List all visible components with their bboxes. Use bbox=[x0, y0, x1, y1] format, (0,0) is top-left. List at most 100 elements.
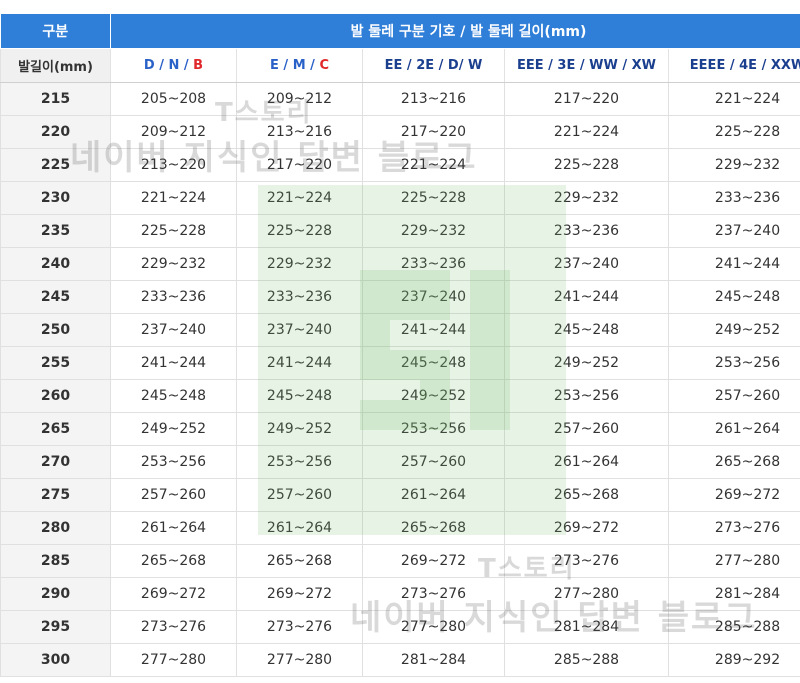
foot-length-cell: 240 bbox=[0, 247, 111, 281]
foot-length-cell: 300 bbox=[0, 643, 111, 677]
girth-range-cell-4: 269~272 bbox=[504, 511, 669, 545]
girth-range-cell-4: 281~284 bbox=[504, 610, 669, 644]
table-row: 270 253~256 253~256 257~260 261~264 265~268 bbox=[0, 445, 800, 479]
girth-range-cell-1: 249~252 bbox=[110, 412, 237, 446]
girth-range-cell-4: 217~220 bbox=[504, 82, 669, 116]
foot-length-cell: 280 bbox=[0, 511, 111, 545]
shoe-width-size-table: 구분 발 둘레 구분 기호 / 발 둘레 길이(mm) 발길이(mm) D / … bbox=[0, 14, 800, 677]
girth-range-cell-3: 217~220 bbox=[362, 115, 505, 149]
width-column-header-2: E / M / C bbox=[236, 48, 363, 83]
foot-length-column-header: 발길이(mm) bbox=[0, 48, 111, 83]
width-code-accent: B bbox=[193, 58, 204, 73]
foot-length-cell: 285 bbox=[0, 544, 111, 578]
girth-range-cell-2: 277~280 bbox=[236, 643, 363, 677]
girth-range-cell-2: 269~272 bbox=[236, 577, 363, 611]
girth-range-cell-4: 225~228 bbox=[504, 148, 669, 182]
foot-length-cell: 225 bbox=[0, 148, 111, 182]
foot-length-cell: 255 bbox=[0, 346, 111, 380]
girth-range-cell-1: 221~224 bbox=[110, 181, 237, 215]
girth-range-cell-5: 285~288 bbox=[667, 610, 800, 644]
table-row: 260 245~248 245~248 249~252 253~256 257~260 bbox=[0, 379, 800, 413]
girth-range-cell-1: 265~268 bbox=[110, 544, 237, 578]
girth-range-cell-5: 229~232 bbox=[667, 148, 800, 182]
table-row: 250 237~240 237~240 241~244 245~248 249~252 bbox=[0, 313, 800, 347]
girth-range-cell-2: 261~264 bbox=[236, 511, 363, 545]
width-code-text: E / M / bbox=[270, 58, 320, 73]
girth-range-cell-3: 213~216 bbox=[362, 82, 505, 116]
girth-range-cell-1: 277~280 bbox=[110, 643, 237, 677]
girth-range-cell-1: 209~212 bbox=[110, 115, 237, 149]
girth-range-cell-2: 265~268 bbox=[236, 544, 363, 578]
table-body: 215 205~208 209~212 213~216 217~220 221~224 22… bbox=[0, 82, 800, 677]
girth-range-cell-3: 265~268 bbox=[362, 511, 505, 545]
girth-range-cell-4: 273~276 bbox=[504, 544, 669, 578]
girth-range-cell-4: 221~224 bbox=[504, 115, 669, 149]
foot-length-cell: 250 bbox=[0, 313, 111, 347]
table-row: 230 221~224 221~224 225~228 229~232 233~236 bbox=[0, 181, 800, 215]
girth-range-cell-5: 253~256 bbox=[667, 346, 800, 380]
girth-range-cell-2: 257~260 bbox=[236, 478, 363, 512]
header-group-label: 구분 bbox=[0, 14, 111, 49]
girth-range-cell-1: 241~244 bbox=[110, 346, 237, 380]
girth-range-cell-5: 273~276 bbox=[667, 511, 800, 545]
foot-length-cell: 235 bbox=[0, 214, 111, 248]
girth-range-cell-2: 245~248 bbox=[236, 379, 363, 413]
girth-range-cell-3: 273~276 bbox=[362, 577, 505, 611]
girth-range-cell-1: 237~240 bbox=[110, 313, 237, 347]
girth-range-cell-5: 265~268 bbox=[667, 445, 800, 479]
girth-range-cell-1: 245~248 bbox=[110, 379, 237, 413]
girth-range-cell-2: 237~240 bbox=[236, 313, 363, 347]
foot-length-cell: 265 bbox=[0, 412, 111, 446]
girth-range-cell-2: 241~244 bbox=[236, 346, 363, 380]
table-row: 295 273~276 273~276 277~280 281~284 285~288 bbox=[0, 610, 800, 644]
table-row: 265 249~252 249~252 253~256 257~260 261~264 bbox=[0, 412, 800, 446]
table-row: 215 205~208 209~212 213~216 217~220 221~224 bbox=[0, 82, 800, 116]
girth-range-cell-1: 213~220 bbox=[110, 148, 237, 182]
girth-range-cell-3: 233~236 bbox=[362, 247, 505, 281]
girth-range-cell-2: 217~220 bbox=[236, 148, 363, 182]
girth-range-cell-5: 225~228 bbox=[667, 115, 800, 149]
foot-length-cell: 245 bbox=[0, 280, 111, 314]
girth-range-cell-4: 253~256 bbox=[504, 379, 669, 413]
girth-range-cell-3: 237~240 bbox=[362, 280, 505, 314]
girth-range-cell-2: 233~236 bbox=[236, 280, 363, 314]
girth-range-cell-4: 241~244 bbox=[504, 280, 669, 314]
girth-range-cell-3: 277~280 bbox=[362, 610, 505, 644]
girth-range-cell-3: 221~224 bbox=[362, 148, 505, 182]
girth-range-cell-1: 229~232 bbox=[110, 247, 237, 281]
foot-length-cell: 275 bbox=[0, 478, 111, 512]
foot-length-cell: 295 bbox=[0, 610, 111, 644]
girth-range-cell-5: 257~260 bbox=[667, 379, 800, 413]
girth-range-cell-1: 233~236 bbox=[110, 280, 237, 314]
table-row: 280 261~264 261~264 265~268 269~272 273~276 bbox=[0, 511, 800, 545]
foot-length-cell: 215 bbox=[0, 82, 111, 116]
girth-range-cell-2: 229~232 bbox=[236, 247, 363, 281]
girth-range-cell-4: 233~236 bbox=[504, 214, 669, 248]
girth-range-cell-5: 233~236 bbox=[667, 181, 800, 215]
girth-range-cell-4: 245~248 bbox=[504, 313, 669, 347]
foot-length-cell: 260 bbox=[0, 379, 111, 413]
foot-length-cell: 270 bbox=[0, 445, 111, 479]
girth-range-cell-3: 257~260 bbox=[362, 445, 505, 479]
foot-length-cell: 290 bbox=[0, 577, 111, 611]
width-column-header-3: EE / 2E / D/ W bbox=[362, 48, 505, 83]
girth-range-cell-2: 213~216 bbox=[236, 115, 363, 149]
table-row: 225 213~220 217~220 221~224 225~228 229~232 bbox=[0, 148, 800, 182]
girth-range-cell-1: 273~276 bbox=[110, 610, 237, 644]
girth-range-cell-5: 237~240 bbox=[667, 214, 800, 248]
girth-range-cell-2: 225~228 bbox=[236, 214, 363, 248]
girth-range-cell-5: 249~252 bbox=[667, 313, 800, 347]
girth-range-cell-3: 269~272 bbox=[362, 544, 505, 578]
width-column-header-1: D / N / B bbox=[110, 48, 237, 83]
girth-range-cell-1: 205~208 bbox=[110, 82, 237, 116]
table-row: 245 233~236 233~236 237~240 241~244 245~248 bbox=[0, 280, 800, 314]
girth-range-cell-3: 225~228 bbox=[362, 181, 505, 215]
girth-range-cell-3: 261~264 bbox=[362, 478, 505, 512]
girth-range-cell-2: 209~212 bbox=[236, 82, 363, 116]
table-row: 255 241~244 241~244 245~248 249~252 253~256 bbox=[0, 346, 800, 380]
girth-range-cell-2: 253~256 bbox=[236, 445, 363, 479]
header-span-label: 발 둘레 구분 기호 / 발 둘레 길이(mm) bbox=[110, 14, 800, 49]
girth-range-cell-2: 273~276 bbox=[236, 610, 363, 644]
girth-range-cell-3: 245~248 bbox=[362, 346, 505, 380]
girth-range-cell-5: 281~284 bbox=[667, 577, 800, 611]
